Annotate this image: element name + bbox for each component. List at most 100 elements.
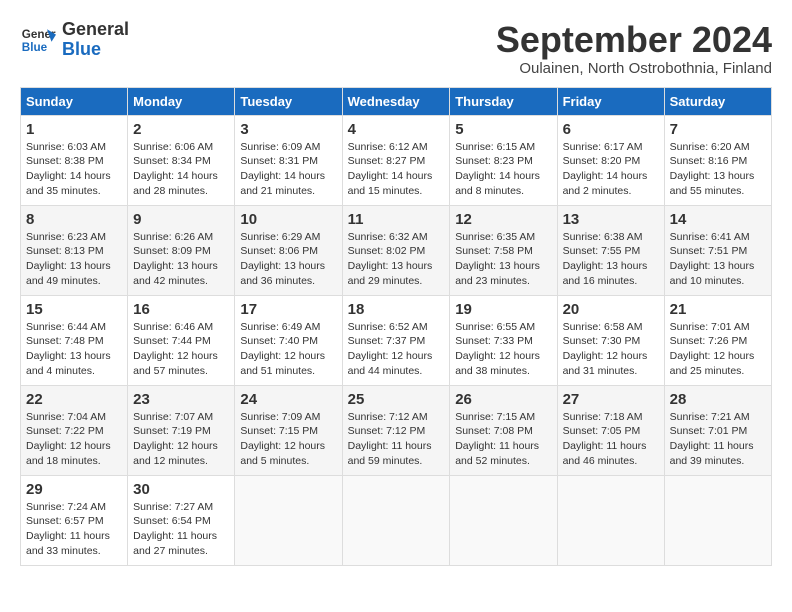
day-detail: Sunrise: 7:27 AMSunset: 6:54 PMDaylight:… — [133, 501, 217, 557]
day-number: 16 — [133, 301, 229, 318]
day-number: 6 — [563, 121, 659, 138]
day-number: 30 — [133, 481, 229, 498]
weekday-header-wednesday: Wednesday — [342, 87, 450, 115]
day-detail: Sunrise: 6:03 AMSunset: 8:38 PMDaylight:… — [26, 141, 111, 197]
calendar-day-21: 21 Sunrise: 7:01 AMSunset: 7:26 PMDaylig… — [664, 295, 771, 385]
page-subtitle: Oulainen, North Ostrobothnia, Finland — [496, 60, 772, 77]
weekday-header-tuesday: Tuesday — [235, 87, 342, 115]
day-detail: Sunrise: 7:21 AMSunset: 7:01 PMDaylight:… — [670, 411, 754, 467]
day-number: 13 — [563, 211, 659, 228]
calendar-day-8: 8 Sunrise: 6:23 AMSunset: 8:13 PMDayligh… — [21, 205, 128, 295]
calendar-day-7: 7 Sunrise: 6:20 AMSunset: 8:16 PMDayligh… — [664, 115, 771, 205]
day-detail: Sunrise: 6:52 AMSunset: 7:37 PMDaylight:… — [348, 321, 433, 377]
day-number: 1 — [26, 121, 122, 138]
day-detail: Sunrise: 6:29 AMSunset: 8:06 PMDaylight:… — [240, 231, 325, 287]
calendar-day-22: 22 Sunrise: 7:04 AMSunset: 7:22 PMDaylig… — [21, 385, 128, 475]
day-detail: Sunrise: 6:26 AMSunset: 8:09 PMDaylight:… — [133, 231, 218, 287]
calendar-day-12: 12 Sunrise: 6:35 AMSunset: 7:58 PMDaylig… — [450, 205, 557, 295]
calendar-day-6: 6 Sunrise: 6:17 AMSunset: 8:20 PMDayligh… — [557, 115, 664, 205]
day-detail: Sunrise: 7:04 AMSunset: 7:22 PMDaylight:… — [26, 411, 111, 467]
day-number: 24 — [240, 391, 336, 408]
day-detail: Sunrise: 6:06 AMSunset: 8:34 PMDaylight:… — [133, 141, 218, 197]
day-number: 12 — [455, 211, 551, 228]
day-detail: Sunrise: 6:32 AMSunset: 8:02 PMDaylight:… — [348, 231, 433, 287]
calendar-day-15: 15 Sunrise: 6:44 AMSunset: 7:48 PMDaylig… — [21, 295, 128, 385]
day-detail: Sunrise: 7:07 AMSunset: 7:19 PMDaylight:… — [133, 411, 218, 467]
day-number: 18 — [348, 301, 445, 318]
weekday-header-saturday: Saturday — [664, 87, 771, 115]
day-number: 22 — [26, 391, 122, 408]
calendar-day-16: 16 Sunrise: 6:46 AMSunset: 7:44 PMDaylig… — [128, 295, 235, 385]
day-detail: Sunrise: 6:58 AMSunset: 7:30 PMDaylight:… — [563, 321, 648, 377]
day-detail: Sunrise: 7:12 AMSunset: 7:12 PMDaylight:… — [348, 411, 432, 467]
day-number: 3 — [240, 121, 336, 138]
day-detail: Sunrise: 6:12 AMSunset: 8:27 PMDaylight:… — [348, 141, 433, 197]
calendar-day-29: 29 Sunrise: 7:24 AMSunset: 6:57 PMDaylig… — [21, 475, 128, 565]
day-number: 14 — [670, 211, 766, 228]
day-detail: Sunrise: 6:38 AMSunset: 7:55 PMDaylight:… — [563, 231, 648, 287]
day-detail: Sunrise: 6:35 AMSunset: 7:58 PMDaylight:… — [455, 231, 540, 287]
day-number: 23 — [133, 391, 229, 408]
day-number: 2 — [133, 121, 229, 138]
calendar-day-23: 23 Sunrise: 7:07 AMSunset: 7:19 PMDaylig… — [128, 385, 235, 475]
day-detail: Sunrise: 6:44 AMSunset: 7:48 PMDaylight:… — [26, 321, 111, 377]
day-detail: Sunrise: 6:55 AMSunset: 7:33 PMDaylight:… — [455, 321, 540, 377]
day-number: 21 — [670, 301, 766, 318]
day-number: 9 — [133, 211, 229, 228]
day-detail: Sunrise: 7:01 AMSunset: 7:26 PMDaylight:… — [670, 321, 755, 377]
calendar-day-25: 25 Sunrise: 7:12 AMSunset: 7:12 PMDaylig… — [342, 385, 450, 475]
calendar-day-24: 24 Sunrise: 7:09 AMSunset: 7:15 PMDaylig… — [235, 385, 342, 475]
empty-cell — [557, 475, 664, 565]
day-number: 7 — [670, 121, 766, 138]
day-number: 19 — [455, 301, 551, 318]
day-detail: Sunrise: 6:41 AMSunset: 7:51 PMDaylight:… — [670, 231, 755, 287]
day-detail: Sunrise: 6:15 AMSunset: 8:23 PMDaylight:… — [455, 141, 540, 197]
day-detail: Sunrise: 7:09 AMSunset: 7:15 PMDaylight:… — [240, 411, 325, 467]
day-number: 10 — [240, 211, 336, 228]
weekday-header-thursday: Thursday — [450, 87, 557, 115]
day-detail: Sunrise: 6:17 AMSunset: 8:20 PMDaylight:… — [563, 141, 648, 197]
calendar-day-20: 20 Sunrise: 6:58 AMSunset: 7:30 PMDaylig… — [557, 295, 664, 385]
svg-text:Blue: Blue — [22, 41, 48, 54]
day-number: 11 — [348, 211, 445, 228]
calendar-day-9: 9 Sunrise: 6:26 AMSunset: 8:09 PMDayligh… — [128, 205, 235, 295]
calendar-day-2: 2 Sunrise: 6:06 AMSunset: 8:34 PMDayligh… — [128, 115, 235, 205]
calendar-day-17: 17 Sunrise: 6:49 AMSunset: 7:40 PMDaylig… — [235, 295, 342, 385]
day-number: 27 — [563, 391, 659, 408]
calendar-day-1: 1 Sunrise: 6:03 AMSunset: 8:38 PMDayligh… — [21, 115, 128, 205]
calendar-day-5: 5 Sunrise: 6:15 AMSunset: 8:23 PMDayligh… — [450, 115, 557, 205]
weekday-header-friday: Friday — [557, 87, 664, 115]
day-number: 17 — [240, 301, 336, 318]
calendar-day-30: 30 Sunrise: 7:27 AMSunset: 6:54 PMDaylig… — [128, 475, 235, 565]
calendar-day-11: 11 Sunrise: 6:32 AMSunset: 8:02 PMDaylig… — [342, 205, 450, 295]
weekday-header-sunday: Sunday — [21, 87, 128, 115]
calendar-day-18: 18 Sunrise: 6:52 AMSunset: 7:37 PMDaylig… — [342, 295, 450, 385]
empty-cell — [450, 475, 557, 565]
day-number: 4 — [348, 121, 445, 138]
calendar-day-3: 3 Sunrise: 6:09 AMSunset: 8:31 PMDayligh… — [235, 115, 342, 205]
day-number: 15 — [26, 301, 122, 318]
calendar-day-27: 27 Sunrise: 7:18 AMSunset: 7:05 PMDaylig… — [557, 385, 664, 475]
day-detail: Sunrise: 6:49 AMSunset: 7:40 PMDaylight:… — [240, 321, 325, 377]
day-detail: Sunrise: 6:23 AMSunset: 8:13 PMDaylight:… — [26, 231, 111, 287]
calendar-day-19: 19 Sunrise: 6:55 AMSunset: 7:33 PMDaylig… — [450, 295, 557, 385]
day-number: 20 — [563, 301, 659, 318]
day-number: 5 — [455, 121, 551, 138]
empty-cell — [664, 475, 771, 565]
page-title: September 2024 — [496, 20, 772, 60]
calendar-day-13: 13 Sunrise: 6:38 AMSunset: 7:55 PMDaylig… — [557, 205, 664, 295]
day-detail: Sunrise: 7:15 AMSunset: 7:08 PMDaylight:… — [455, 411, 539, 467]
day-number: 26 — [455, 391, 551, 408]
day-detail: Sunrise: 6:09 AMSunset: 8:31 PMDaylight:… — [240, 141, 325, 197]
calendar-day-26: 26 Sunrise: 7:15 AMSunset: 7:08 PMDaylig… — [450, 385, 557, 475]
day-number: 25 — [348, 391, 445, 408]
calendar-day-10: 10 Sunrise: 6:29 AMSunset: 8:06 PMDaylig… — [235, 205, 342, 295]
logo: General Blue General Blue — [20, 20, 129, 60]
day-number: 8 — [26, 211, 122, 228]
calendar-day-28: 28 Sunrise: 7:21 AMSunset: 7:01 PMDaylig… — [664, 385, 771, 475]
day-number: 29 — [26, 481, 122, 498]
day-detail: Sunrise: 7:18 AMSunset: 7:05 PMDaylight:… — [563, 411, 647, 467]
empty-cell — [342, 475, 450, 565]
calendar-day-4: 4 Sunrise: 6:12 AMSunset: 8:27 PMDayligh… — [342, 115, 450, 205]
empty-cell — [235, 475, 342, 565]
